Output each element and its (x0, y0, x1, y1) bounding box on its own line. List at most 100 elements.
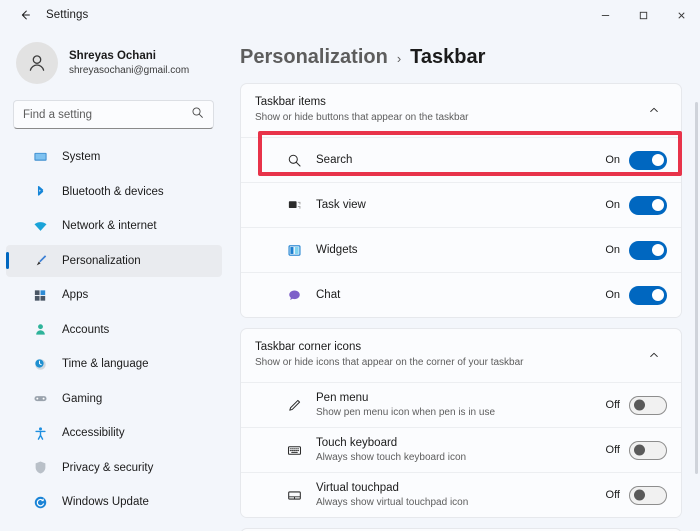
row-text: Chat (316, 288, 605, 303)
minimize-button[interactable] (586, 0, 624, 30)
toggle-knob (652, 199, 664, 211)
row-title: Touch keyboard (316, 436, 606, 451)
row-title: Widgets (316, 243, 605, 258)
sidebar-item-network-internet[interactable]: Network & internet (6, 210, 222, 242)
caption-buttons (586, 0, 700, 30)
card-subtitle: Show or hide icons that appear on the co… (255, 356, 641, 370)
sidebar-item-label: Network & internet (62, 220, 157, 232)
shield-icon (32, 460, 48, 476)
sidebar-item-label: Time & language (62, 358, 149, 370)
table-row[interactable]: Virtual touchpad Always show virtual tou… (241, 472, 681, 517)
toggle-state-label: Off (606, 489, 620, 501)
toggle-state-label: On (605, 154, 620, 166)
card-header[interactable]: Taskbar items Show or hide buttons that … (241, 84, 681, 137)
person-avatar-icon (16, 42, 58, 84)
settings-window: Settings S (0, 0, 700, 531)
sidebar-item-label: Gaming (62, 393, 102, 405)
vertical-scrollbar[interactable] (695, 102, 698, 474)
sidebar-item-label: Apps (62, 289, 88, 301)
profile-text: Shreyas Ochani shreyasochani@gmail.com (69, 49, 189, 78)
user-profile[interactable]: Shreyas Ochani shreyasochani@gmail.com (0, 30, 228, 94)
table-row[interactable]: Touch keyboard Always show touch keyboar… (241, 427, 681, 472)
toggle-switch[interactable] (629, 396, 667, 415)
touch-keyboard-icon (285, 441, 303, 459)
maximize-button[interactable] (624, 0, 662, 30)
sidebar: Shreyas Ochani shreyasochani@gmail.com (0, 30, 228, 531)
breadcrumb-parent[interactable]: Personalization (240, 46, 388, 69)
update-refresh-icon (32, 494, 48, 510)
sidebar-item-gaming[interactable]: Gaming (6, 383, 222, 415)
toggle-switch[interactable] (629, 486, 667, 505)
sidebar-item-label: Privacy & security (62, 462, 153, 474)
close-button[interactable] (662, 0, 700, 30)
toggle-knob (652, 244, 664, 256)
row-subtitle: Always show virtual touchpad icon (316, 496, 606, 509)
wifi-icon (32, 218, 48, 234)
toggle-state-label: On (605, 244, 620, 256)
virtual-touchpad-icon (285, 486, 303, 504)
back-arrow-icon[interactable] (12, 3, 38, 27)
search-icon (285, 151, 303, 169)
toggle-switch[interactable] (629, 286, 667, 305)
table-row[interactable]: Task view On (241, 182, 681, 227)
paintbrush-icon (32, 253, 48, 269)
row-text: Search (316, 153, 605, 168)
sidebar-item-time-language[interactable]: Time & language (6, 348, 222, 380)
table-row[interactable]: Search On (241, 137, 681, 182)
search-input[interactable] (23, 109, 191, 121)
sidebar-item-personalization[interactable]: Personalization (6, 245, 222, 277)
sidebar-item-label: Personalization (62, 255, 141, 267)
breadcrumb-separator-icon: › (397, 51, 401, 66)
sidebar-item-bluetooth-devices[interactable]: Bluetooth & devices (6, 176, 222, 208)
toggle-switch[interactable] (629, 441, 667, 460)
task-view-icon (285, 196, 303, 214)
table-row[interactable]: Pen menu Show pen menu icon when pen is … (241, 382, 681, 427)
card-header-text: Taskbar items Show or hide buttons that … (255, 95, 641, 125)
row-text: Touch keyboard Always show touch keyboar… (316, 436, 606, 464)
card-title: Taskbar items (255, 95, 641, 110)
window-title: Settings (46, 9, 88, 21)
card-taskbar-corner-icons: Taskbar corner icons Show or hide icons … (240, 328, 682, 518)
toggle-area: Off (606, 441, 667, 460)
toggle-switch[interactable] (629, 241, 667, 260)
row-text: Task view (316, 198, 605, 213)
row-text: Pen menu Show pen menu icon when pen is … (316, 391, 606, 419)
row-text: Virtual touchpad Always show virtual tou… (316, 481, 606, 509)
card-header-text: Taskbar corner icons Show or hide icons … (255, 340, 641, 370)
toggle-switch[interactable] (629, 151, 667, 170)
title-bar: Settings (0, 0, 700, 30)
sidebar-item-apps[interactable]: Apps (6, 279, 222, 311)
toggle-area: Off (606, 486, 667, 505)
window-body: Shreyas Ochani shreyasochani@gmail.com (0, 30, 700, 531)
row-title: Virtual touchpad (316, 481, 606, 496)
apps-grid-icon (32, 287, 48, 303)
row-text: Widgets (316, 243, 605, 258)
search-box[interactable] (13, 100, 214, 129)
toggle-switch[interactable] (629, 196, 667, 215)
search-icon (191, 106, 204, 124)
toggle-knob (634, 490, 645, 501)
toggle-state-label: On (605, 289, 620, 301)
sidebar-item-label: System (62, 151, 100, 163)
toggle-knob (652, 154, 664, 166)
chevron-up-icon[interactable] (641, 342, 667, 368)
search-container (0, 94, 228, 139)
sidebar-item-privacy-security[interactable]: Privacy & security (6, 452, 222, 484)
accessibility-person-icon (32, 425, 48, 441)
table-row[interactable]: Chat On (241, 272, 681, 317)
toggle-area: On (605, 286, 667, 305)
chevron-up-icon[interactable] (641, 97, 667, 123)
sidebar-item-accounts[interactable]: Accounts (6, 314, 222, 346)
toggle-state-label: On (605, 199, 620, 211)
card-header[interactable]: Taskbar corner icons Show or hide icons … (241, 329, 681, 382)
sidebar-item-windows-update[interactable]: Windows Update (6, 486, 222, 518)
toggle-area: Off (606, 396, 667, 415)
profile-name: Shreyas Ochani (69, 49, 189, 64)
table-row[interactable]: Widgets On (241, 227, 681, 272)
sidebar-item-accessibility[interactable]: Accessibility (6, 417, 222, 449)
sidebar-item-system[interactable]: System (6, 141, 222, 173)
toggle-knob (652, 289, 664, 301)
sidebar-item-label: Bluetooth & devices (62, 186, 164, 198)
settings-cards: Taskbar items Show or hide buttons that … (240, 83, 700, 531)
row-title: Search (316, 153, 605, 168)
